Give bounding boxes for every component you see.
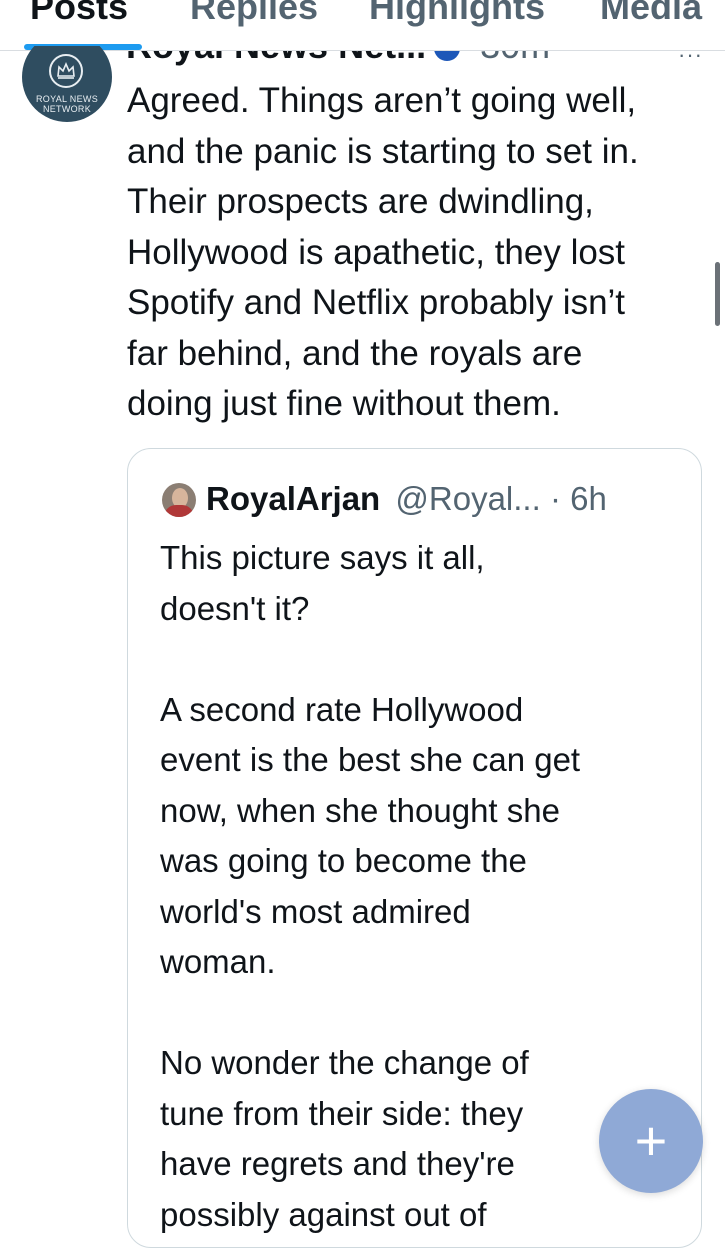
verified-badge-icon — [434, 51, 461, 62]
quoted-author-handle: @Royal... — [395, 480, 541, 517]
avatar-shirt — [164, 505, 194, 517]
author-name[interactable]: Royal News Net... — [126, 51, 426, 66]
tab-replies[interactable]: Replies — [190, 0, 318, 28]
quoted-author-avatar — [162, 483, 196, 517]
more-options-icon[interactable]: ··· — [678, 44, 703, 66]
post-text: Agreed. Things aren’t going well, and th… — [127, 81, 639, 423]
post-time: ·30m — [468, 51, 550, 66]
tab-media[interactable]: Media — [600, 0, 702, 28]
quoted-post-time: · 6h — [549, 480, 607, 517]
post-header: Royal News Net... ·30m — [126, 51, 706, 73]
quoted-author-name: RoyalArjan — [206, 480, 381, 517]
tab-posts[interactable]: Posts — [30, 0, 128, 28]
scrollbar[interactable] — [715, 262, 720, 326]
compose-button[interactable]: + — [599, 1089, 703, 1193]
tab-highlights[interactable]: Highlights — [369, 0, 545, 28]
plus-icon: + — [634, 1109, 668, 1172]
quoted-post-header: RoyalArjan @Royal... · 6h — [206, 479, 607, 519]
crown-icon — [49, 54, 83, 88]
author-avatar[interactable]: ROYAL NEWS NETWORK — [22, 46, 112, 122]
profile-tabs: Posts Replies Highlights Media — [0, 0, 725, 51]
avatar-logo-text: ROYAL NEWS NETWORK — [35, 94, 98, 114]
